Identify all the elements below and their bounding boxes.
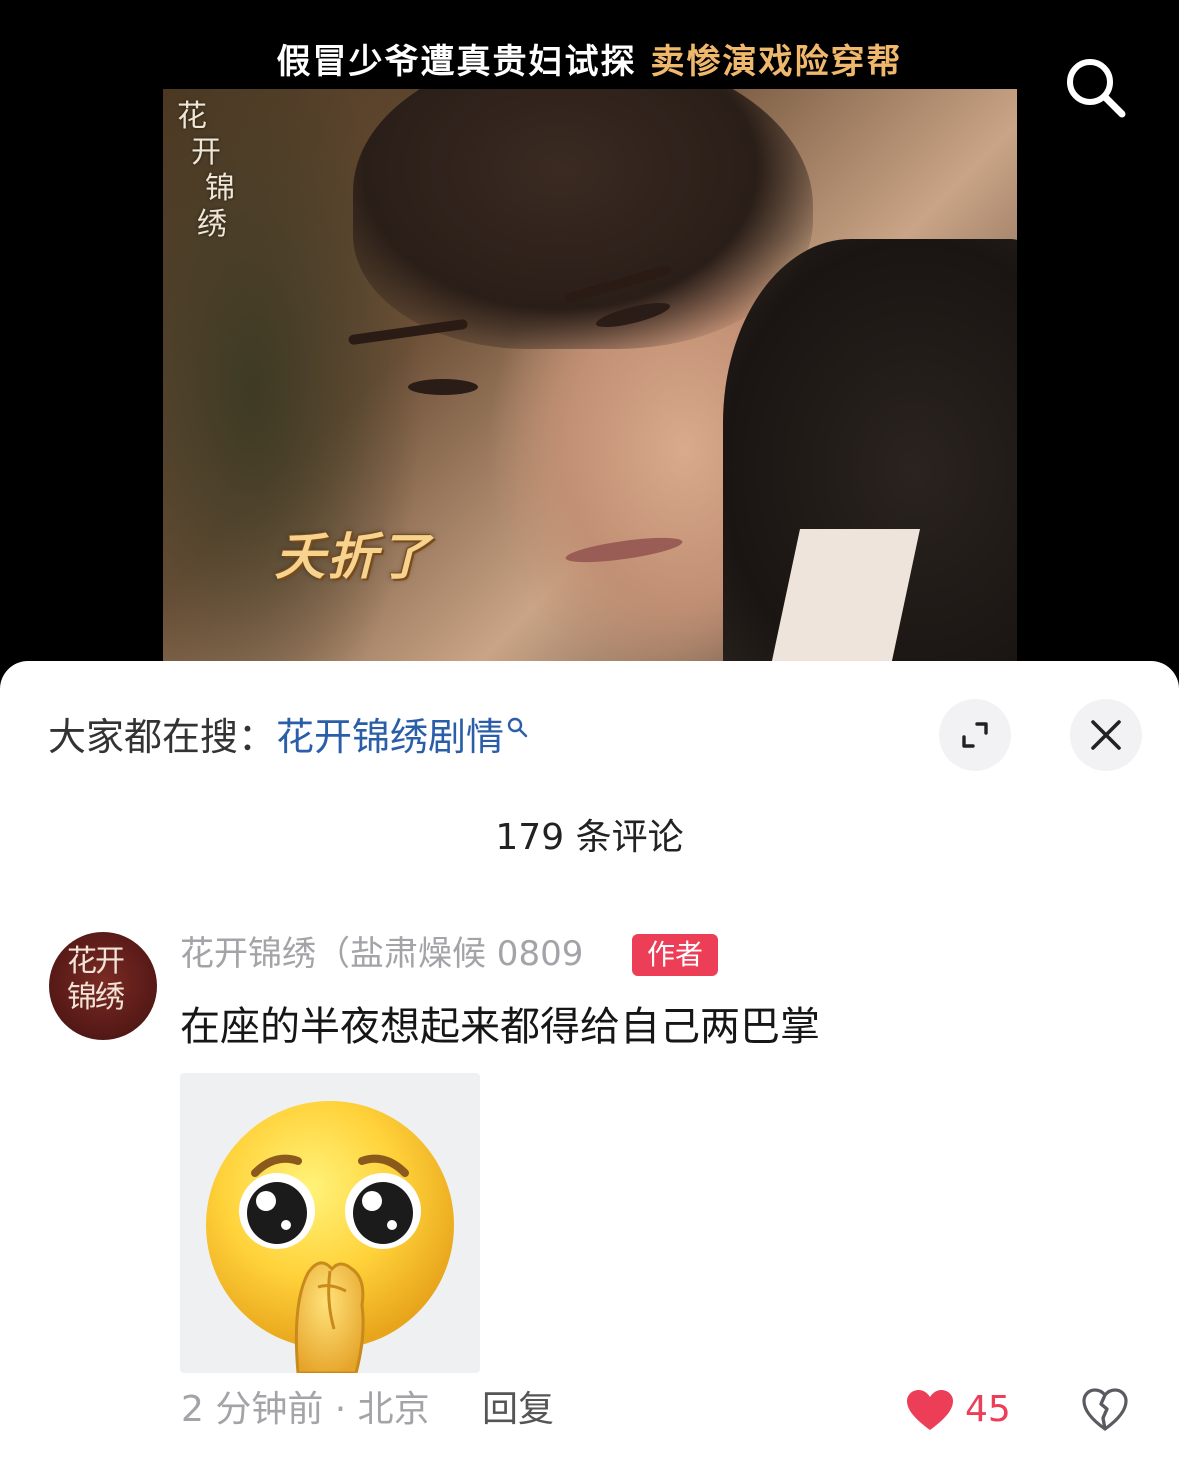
comment-sticker[interactable] bbox=[180, 1073, 480, 1373]
search-button[interactable] bbox=[1060, 52, 1132, 124]
avatar[interactable]: 花开锦绣 bbox=[49, 932, 157, 1040]
show-logo: 花 开 锦 绣 bbox=[177, 99, 249, 243]
video-figure-lips bbox=[564, 532, 684, 568]
video-title-main: 假冒少爷遭真贵妇试探 bbox=[276, 42, 637, 82]
video-title: 假冒少爷遭真贵妇试探 卖惨演戏险穿帮 bbox=[0, 34, 1179, 83]
show-logo-char: 开 bbox=[191, 135, 221, 170]
comment-username[interactable]: 花开锦绣（盐肃燥候 0809 bbox=[180, 932, 583, 976]
close-button[interactable] bbox=[1070, 699, 1142, 771]
broken-heart-icon bbox=[1082, 1388, 1128, 1431]
search-icon bbox=[1067, 59, 1126, 118]
comment-meta: 2 分钟前 · 北京 bbox=[181, 1389, 430, 1430]
pleading-face-emoji-icon bbox=[206, 1101, 454, 1373]
comment-sheet bbox=[0, 661, 1179, 1460]
search-icon bbox=[507, 717, 528, 738]
show-logo-char: 锦 bbox=[205, 171, 235, 206]
show-logo-char: 花 bbox=[177, 99, 207, 134]
video-frame[interactable]: 花 开 锦 绣 夭折了 bbox=[163, 89, 1017, 669]
video-title-highlight: 卖惨演戏险穿帮 bbox=[650, 42, 903, 82]
like-count: 45 bbox=[965, 1389, 1011, 1430]
comment-count: 179 条评论 bbox=[495, 817, 684, 858]
trending-query-link[interactable]: 花开锦绣剧情 bbox=[276, 715, 504, 759]
video-figure-eye-left bbox=[408, 379, 478, 395]
video-figure-hair bbox=[353, 89, 813, 349]
show-logo-char: 绣 bbox=[197, 207, 227, 242]
reply-button[interactable]: 回复 bbox=[482, 1386, 554, 1434]
trending-label: 大家都在搜： bbox=[48, 715, 277, 759]
video-subtitle: 夭折了 bbox=[275, 527, 431, 586]
expand-button[interactable] bbox=[939, 699, 1011, 771]
heart-icon bbox=[907, 1390, 953, 1430]
dislike-button[interactable] bbox=[1081, 1386, 1129, 1434]
expand-icon bbox=[962, 722, 988, 748]
comment-text: 在座的半夜想起来都得给自己两巴掌 bbox=[180, 1004, 820, 1050]
video-player[interactable]: 假冒少爷遭真贵妇试探 卖惨演戏险穿帮 花 开 锦 绣 夭折了 bbox=[0, 0, 1179, 680]
avatar-text: 花开锦绣 bbox=[67, 944, 125, 1015]
close-icon bbox=[1091, 720, 1121, 750]
author-badge: 作者 bbox=[632, 934, 718, 976]
trending-search: 大家都在搜：花开锦绣剧情 bbox=[48, 712, 530, 762]
